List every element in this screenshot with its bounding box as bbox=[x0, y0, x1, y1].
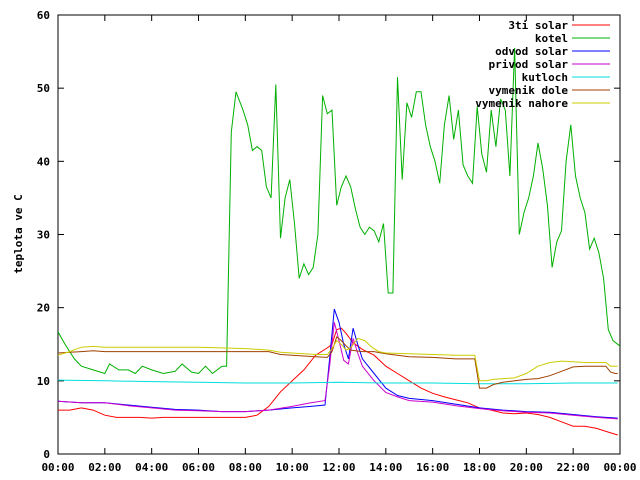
series-line-vymenik-dole bbox=[58, 336, 618, 389]
y-tick-label: 20 bbox=[37, 302, 50, 315]
legend-label: odvod solar bbox=[495, 45, 568, 58]
x-tick-label: 10:00 bbox=[276, 461, 309, 474]
legend-label: kotel bbox=[535, 32, 568, 45]
y-tick-label: 30 bbox=[37, 229, 50, 242]
x-tick-label: 18:00 bbox=[463, 461, 496, 474]
x-tick-label: 00:00 bbox=[41, 461, 74, 474]
x-tick-label: 16:00 bbox=[416, 461, 449, 474]
x-tick-label: 22:00 bbox=[557, 461, 590, 474]
x-tick-label: 12:00 bbox=[322, 461, 355, 474]
x-tick-label: 08:00 bbox=[229, 461, 262, 474]
x-tick-label: 14:00 bbox=[369, 461, 402, 474]
line-chart: 0 10 20 30 40 50 60 00:00 02:00 04:00 06:00 08:00 1… bbox=[12, 9, 637, 474]
x-tick-label: 02:00 bbox=[88, 461, 121, 474]
legend: 3ti solarkotelodvod solarprivod solarkut… bbox=[475, 19, 610, 110]
x-tick-label: 00:00 bbox=[603, 461, 636, 474]
legend-label: kutloch bbox=[522, 71, 568, 84]
x-tick-label: 20:00 bbox=[510, 461, 543, 474]
x-tick-label: 06:00 bbox=[182, 461, 215, 474]
series-line-kutloch bbox=[58, 379, 618, 385]
y-axis-label: teplota ve C bbox=[12, 194, 25, 273]
y-tick-label: 10 bbox=[37, 375, 50, 388]
legend-label: vymenik dole bbox=[489, 84, 569, 97]
series-line-odvod-solar bbox=[58, 308, 618, 419]
series-line-vymenik-nahore bbox=[58, 337, 618, 382]
y-tick-label: 60 bbox=[37, 9, 50, 22]
legend-label: privod solar bbox=[489, 58, 569, 71]
x-tick-label: 04:00 bbox=[135, 461, 168, 474]
legend-label: vymenik nahore bbox=[475, 97, 568, 110]
legend-label: 3ti solar bbox=[508, 19, 568, 32]
y-tick-label: 50 bbox=[37, 82, 50, 95]
y-tick-label: 0 bbox=[43, 448, 50, 461]
y-tick-label: 40 bbox=[37, 155, 50, 168]
series-line-privod-solar bbox=[58, 322, 618, 420]
